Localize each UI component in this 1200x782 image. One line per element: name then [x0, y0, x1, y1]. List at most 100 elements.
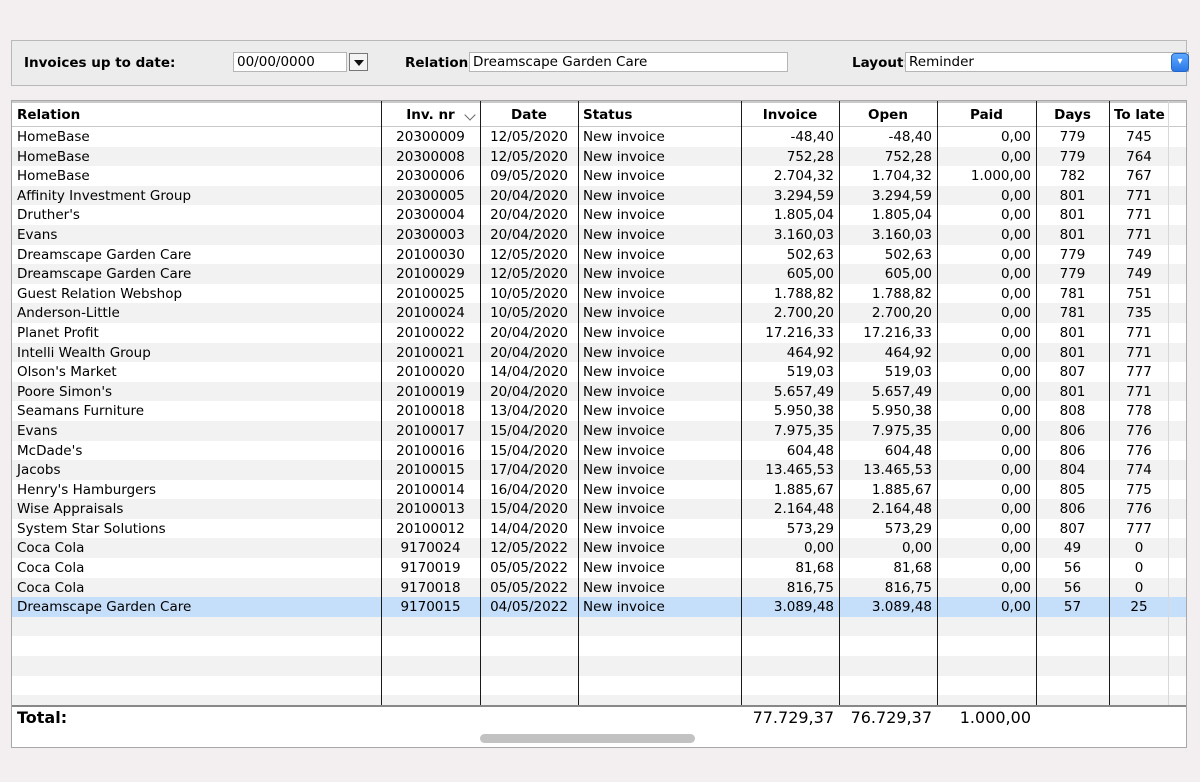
table-row[interactable]: Guest Relation Webshop 20100025 10/05/2020… [12, 284, 1186, 304]
total-paid: 1.000,00 [959, 708, 1031, 727]
horizontal-scrollbar[interactable] [480, 734, 695, 743]
table-row[interactable]: Olson's Market 20100020 14/04/2020 New invo… [12, 362, 1186, 382]
table-row[interactable]: Planet Profit 20100022 20/04/2020 New invoi… [12, 323, 1186, 343]
cell-invoice: 2.704,32 [773, 168, 834, 185]
table-row[interactable]: Anderson-Little 20100024 10/05/2020 New inv… [12, 303, 1186, 323]
column-divider[interactable] [480, 101, 481, 729]
table-row[interactable]: McDade's 20100016 15/04/2020 New invoice 604… [12, 441, 1186, 461]
cell-date: 16/04/2020 [490, 481, 568, 498]
cell-days: 806 [1059, 442, 1086, 459]
column-divider[interactable] [839, 101, 840, 729]
table-row[interactable]: Affinity Investment Group 20300005 20/04/2… [12, 185, 1186, 206]
cell-status: New invoice [583, 305, 665, 322]
cell-invoice: 816,75 [786, 579, 834, 596]
cell-relation: HomeBase [17, 168, 90, 185]
cell-status: New invoice [583, 246, 665, 263]
table-row[interactable]: HomeBase 20300006 09/05/2020 New invoice 2.7… [12, 166, 1186, 186]
cell-invoice: 17.216,33 [765, 324, 834, 341]
layout-label: Layout: [852, 55, 909, 71]
column-divider[interactable] [578, 101, 579, 729]
table-row[interactable]: Poore Simon's 20100019 20/04/2020 New invoi… [12, 381, 1186, 402]
cell-to-late: 749 [1126, 246, 1152, 263]
column-header-date[interactable]: Date [480, 103, 578, 127]
table-row[interactable]: Jacobs 20100015 17/04/2020 New invoice 13.46… [12, 460, 1186, 480]
cell-relation: Evans [17, 422, 58, 439]
cell-to-late: 0 [1134, 579, 1144, 596]
column-header-status[interactable]: Status [578, 103, 741, 127]
layout-select[interactable]: Reminder [905, 52, 1189, 72]
table-row[interactable]: Dreamscape Garden Care 20100029 12/05/2020… [12, 264, 1186, 284]
cell-date: 20/04/2020 [490, 324, 568, 341]
table-row[interactable]: Wise Appraisals 20100013 15/04/2020 New inv… [12, 499, 1186, 519]
cell-to-late: 776 [1126, 442, 1152, 459]
cell-paid: 0,00 [1000, 501, 1031, 518]
cell-relation: System Star Solutions [17, 520, 166, 537]
cell-open: 519,03 [884, 364, 932, 381]
cell-to-late: 775 [1126, 481, 1152, 498]
table-row[interactable]: Intelli Wealth Group 20100021 20/04/2020 Ne… [12, 342, 1186, 363]
cell-status: New invoice [583, 403, 665, 420]
cell-to-late: 749 [1126, 266, 1152, 283]
cell-invoice: 2.700,20 [773, 305, 834, 322]
column-divider[interactable] [1036, 101, 1037, 729]
cell-invoice: 573,29 [786, 520, 834, 537]
table-row[interactable]: Coca Cola 9170019 05/05/2022 New invoice 81,… [12, 558, 1186, 578]
column-divider[interactable] [937, 101, 938, 729]
table-row[interactable]: Seamans Furniture 20100018 13/04/2020 New i… [12, 401, 1186, 421]
table-row[interactable]: Druther's 20300004 20/04/2020 New invoice 1.… [12, 205, 1186, 225]
column-header-open[interactable]: Open [839, 103, 937, 127]
cell-to-late: 776 [1126, 422, 1152, 439]
cell-relation: Guest Relation Webshop [17, 285, 183, 302]
cell-invoice: 5.950,38 [773, 403, 834, 420]
cell-date: 20/04/2020 [490, 383, 568, 400]
layout-select-button[interactable]: ▾ [1171, 53, 1189, 72]
filter-toolbar: Invoices up to date: 00/00/0000 Relation… [11, 40, 1189, 86]
table-row[interactable]: HomeBase 20300009 12/05/2020 New invoice -48… [12, 127, 1186, 147]
table-row[interactable]: Dreamscape Garden Care 9170015 04/05/2022 N… [12, 597, 1186, 617]
cell-invoice: 519,03 [786, 364, 834, 381]
cell-to-late: 771 [1126, 324, 1152, 341]
column-divider[interactable] [741, 101, 742, 729]
column-header-paid[interactable]: Paid [937, 103, 1036, 127]
cell-to-late: 0 [1134, 540, 1144, 557]
cell-to-late: 774 [1126, 462, 1152, 479]
table-body: HomeBase 20300009 12/05/2020 New invoice -48… [12, 127, 1186, 715]
table-row[interactable]: System Star Solutions 20100012 14/04/2020 N… [12, 519, 1186, 539]
date-input[interactable]: 00/00/0000 [233, 52, 347, 72]
cell-paid: 0,00 [1000, 305, 1031, 322]
cell-paid: 0,00 [1000, 383, 1031, 400]
cell-paid: 0,00 [1000, 540, 1031, 557]
table-row[interactable]: Evans 20100017 15/04/2020 New invoice 7.975,… [12, 420, 1186, 441]
cell-days: 57 [1063, 599, 1082, 616]
cell-date: 04/05/2022 [490, 599, 568, 616]
column-header-days[interactable]: Days [1036, 103, 1109, 127]
cell-to-late: 771 [1126, 207, 1152, 224]
relation-input[interactable]: Dreamscape Garden Care [469, 52, 788, 72]
cell-open: 5.950,38 [871, 403, 932, 420]
table-row[interactable]: Coca Cola 9170024 12/05/2022 New invoice 0,0… [12, 538, 1186, 559]
cell-relation: Evans [17, 226, 58, 243]
cell-status: New invoice [583, 520, 665, 537]
column-header-relation[interactable]: Relation [12, 103, 381, 127]
cell-date: 17/04/2020 [490, 462, 568, 479]
table-row[interactable]: Evans 20300003 20/04/2020 New invoice 3.160,… [12, 224, 1186, 245]
cell-invoice: 13.465,53 [765, 462, 834, 479]
date-dropdown-button[interactable] [349, 53, 368, 71]
table-row[interactable]: Dreamscape Garden Care 20100030 12/05/2020… [12, 245, 1186, 265]
cell-relation: Planet Profit [17, 324, 99, 341]
total-row: Total: 77.729,37 76.729,37 1.000,00 [12, 705, 1186, 729]
cell-days: 779 [1059, 148, 1086, 165]
column-header-invoice[interactable]: Invoice [741, 103, 839, 127]
table-row[interactable]: HomeBase 20300008 12/05/2020 New invoice 752… [12, 146, 1186, 167]
cell-inv-nr: 20300006 [396, 168, 465, 185]
cell-relation: Seamans Furniture [17, 403, 145, 420]
cell-status: New invoice [583, 187, 665, 204]
column-divider[interactable] [1109, 101, 1110, 729]
table-row[interactable]: Henry's Hamburgers 20100014 16/04/2020 New … [12, 480, 1186, 500]
cell-paid: 0,00 [1000, 129, 1031, 145]
column-header-to-late[interactable]: To late [1109, 103, 1169, 127]
cell-relation: HomeBase [17, 148, 90, 165]
column-divider[interactable] [381, 101, 382, 729]
table-row[interactable]: Coca Cola 9170018 05/05/2022 New invoice 816… [12, 577, 1186, 598]
cell-status: New invoice [583, 364, 665, 381]
